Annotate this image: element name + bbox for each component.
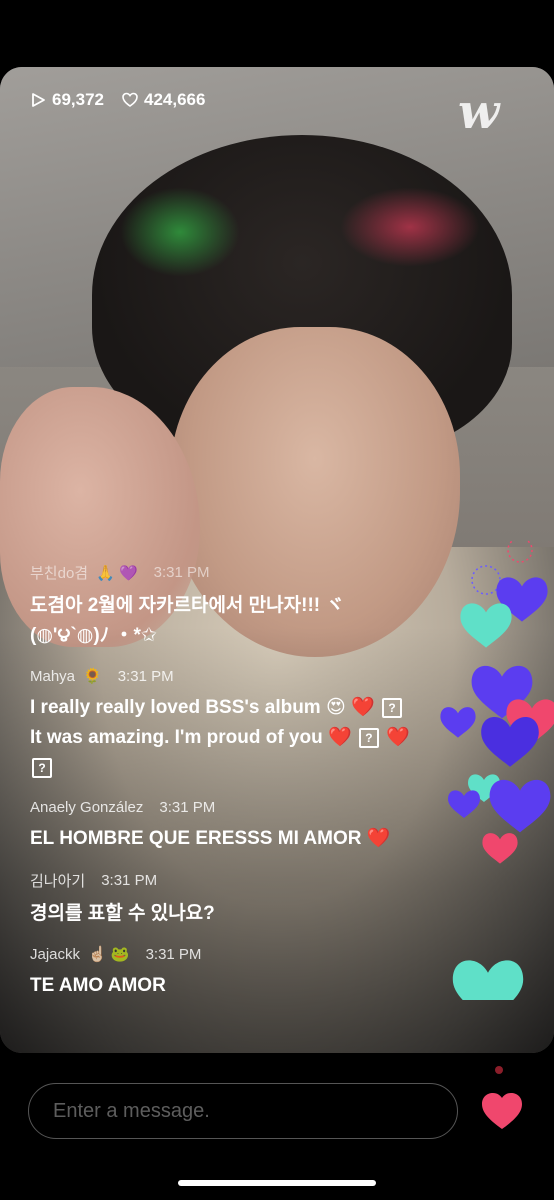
message-input-container[interactable]: [28, 1083, 458, 1139]
chat-text: EL HOMBRE QUE ERESSS MI AMOR ❤️: [30, 828, 391, 849]
chat-badges: 🌻: [83, 668, 102, 685]
like-indicator-dot: [495, 1066, 503, 1074]
chat-message: Mahya 🌻 3:31 PM I really really loved BS…: [30, 667, 410, 783]
floating-hearts-icon: [440, 537, 554, 1022]
chat-badges: 🙏 💜: [96, 564, 138, 582]
chat-text: 경의를 표할 수 있나요?: [30, 903, 215, 924]
chat-text: 도겸아 2월에 자카르타에서 만나자!!! ヾ(◍'౪`◍)ﾉ ・*✩: [30, 595, 345, 646]
message-input[interactable]: [29, 1084, 457, 1138]
home-indicator[interactable]: [178, 1180, 376, 1186]
heart-outline-icon: [122, 92, 138, 107]
floating-hearts: [430, 537, 554, 1022]
chat-username: Mahya: [30, 667, 76, 685]
chat-text: I really really loved BSS's album 😍 ❤️ ?…: [30, 693, 410, 783]
chat-message: Anaely González 3:31 PM EL HOMBRE QUE ER…: [30, 799, 410, 854]
view-count: 69,372: [30, 90, 104, 110]
chat-username: Anaely González: [30, 799, 144, 816]
unknown-glyph-icon: ?: [32, 757, 52, 778]
chat-username: 부친do겸: [30, 565, 89, 582]
chat-time: 3:31 PM: [159, 799, 216, 816]
chat-message: 김나아기 3:31 PM 경의를 표할 수 있나요?: [30, 870, 410, 929]
like-count: 424,666: [122, 90, 205, 110]
weverse-logo: w: [458, 84, 500, 140]
chat-message: Jajackk ☝🏻 🐸 3:31 PM TE AMO AMOR: [30, 945, 410, 1001]
chat-time: 3:31 PM: [153, 564, 210, 581]
view-count-value: 69,372: [52, 90, 104, 109]
chat-text: TE AMO AMOR: [30, 975, 166, 996]
unknown-glyph-icon: ?: [358, 727, 379, 748]
chat-message: 부친do겸 🙏 💜 3:31 PM 도겸아 2월에 자카르타에서 만나자!!! …: [30, 562, 410, 651]
chat-text-part: I really really loved BSS's album 😍 ❤️: [30, 697, 375, 718]
like-heart-button[interactable]: [478, 1087, 526, 1135]
chat-time: 3:31 PM: [101, 872, 158, 889]
like-count-value: 424,666: [144, 90, 206, 109]
chat-badges: ☝🏻 🐸: [88, 946, 130, 963]
live-stats: 69,372 424,666: [30, 90, 205, 110]
chat-time: 3:31 PM: [117, 667, 174, 685]
video-hair-red-streak: [340, 187, 480, 267]
play-icon: [32, 93, 45, 107]
video-hair-green-streak: [120, 187, 240, 277]
chat-text-part: It was amazing. I'm proud of you ❤️: [30, 727, 352, 748]
unknown-glyph-icon: ?: [382, 697, 403, 718]
chat-username: 김나아기: [30, 873, 86, 890]
chat-list[interactable]: 부친do겸 🙏 💜 3:31 PM 도겸아 2월에 자카르타에서 만나자!!! …: [30, 562, 410, 1017]
chat-text-part: ❤️: [386, 727, 410, 748]
chat-time: 3:31 PM: [145, 945, 202, 963]
chat-username: Jajackk: [30, 945, 81, 963]
